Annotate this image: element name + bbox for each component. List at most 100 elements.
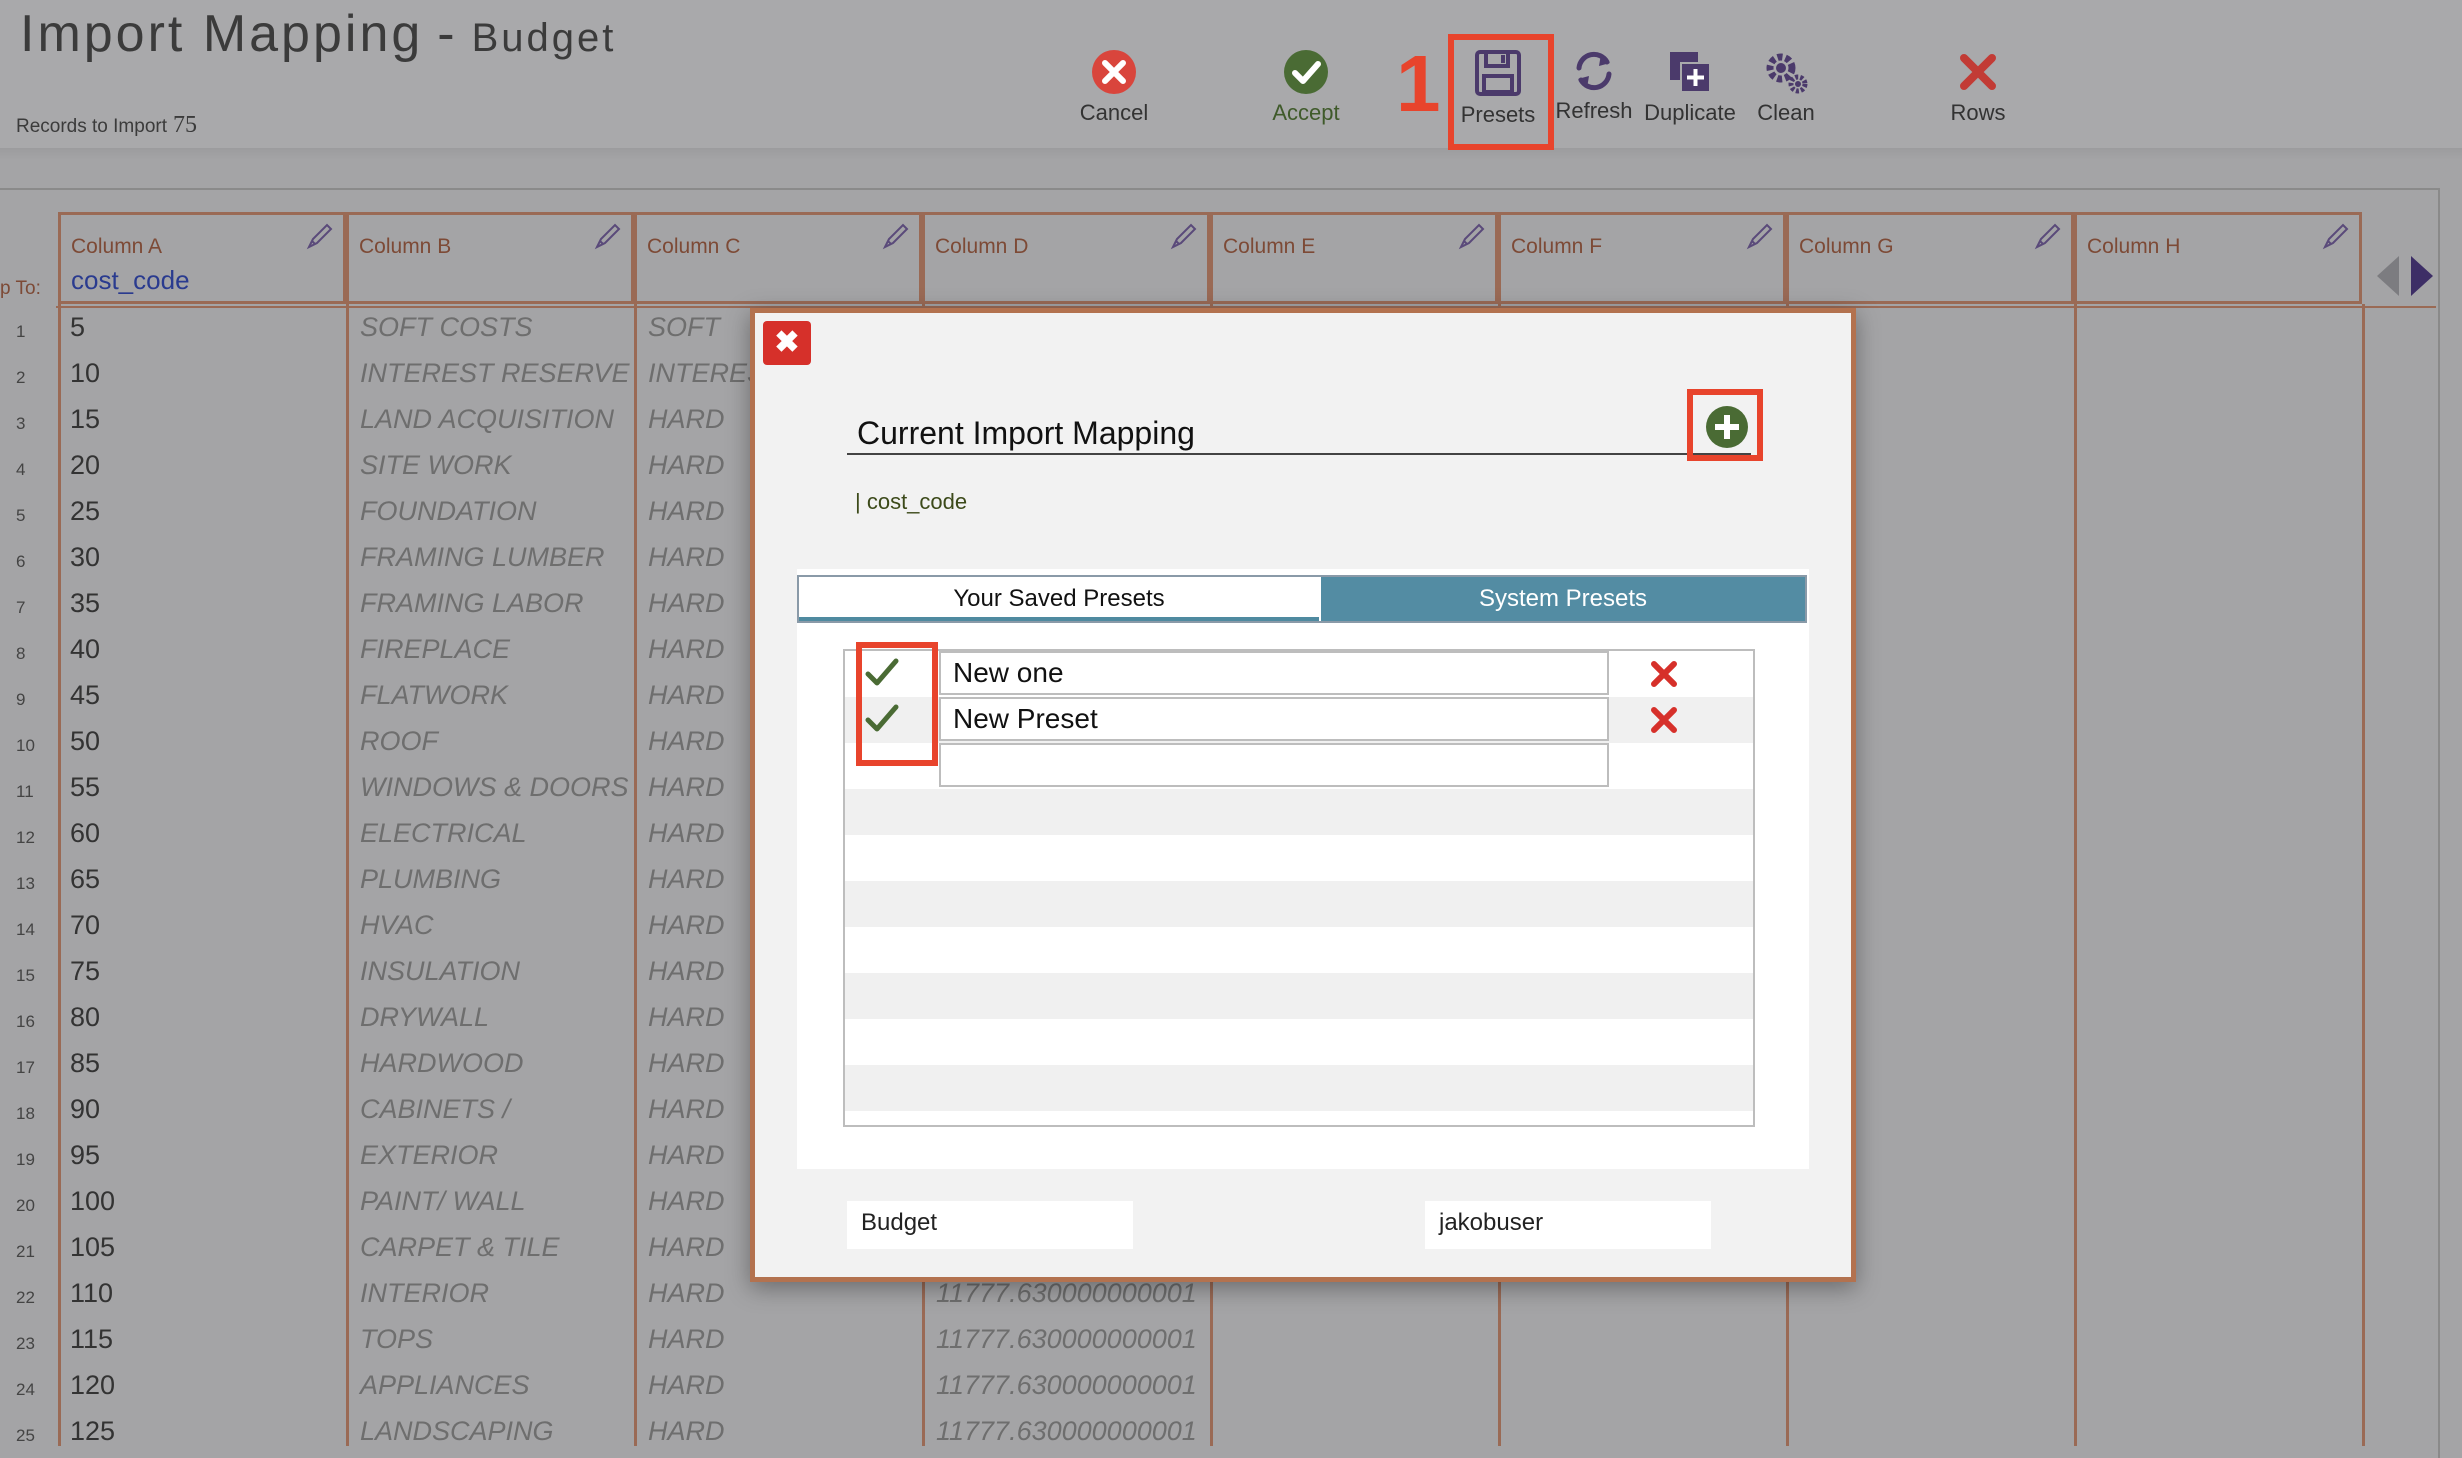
description-cell: CARPET & TILE (360, 1232, 560, 1262)
cost-code-cell: 105 (70, 1232, 116, 1262)
dialog-title-underline (847, 453, 1751, 455)
delete-x-icon[interactable] (1651, 707, 1677, 733)
type-cell: HARD (648, 910, 725, 940)
rows-button[interactable]: Rows (1918, 48, 2038, 126)
dialog-title: Current Import Mapping (857, 415, 1195, 451)
scroll-left-icon[interactable] (2377, 256, 2401, 296)
pencil-icon[interactable] (881, 221, 911, 256)
cancel-icon (1092, 50, 1136, 94)
cost-code-cell: 125 (70, 1416, 116, 1446)
column-header[interactable]: Column G (1786, 212, 2074, 304)
description-cell: CABINETS / (360, 1094, 511, 1124)
description-cell: APPLIANCES (360, 1370, 530, 1400)
pencil-icon[interactable] (1169, 221, 1199, 256)
presets-highlight-box (1448, 34, 1554, 150)
new-preset-name-field[interactable] (939, 743, 1609, 787)
row-number: 6 (16, 552, 26, 571)
row-number: 17 (16, 1058, 35, 1077)
pencil-icon[interactable] (1457, 221, 1487, 256)
row-number: 1 (16, 322, 26, 341)
type-cell: HARD (648, 1186, 725, 1216)
type-cell: HARD (648, 1094, 725, 1124)
preset-name-field[interactable]: New one (939, 651, 1609, 695)
cost-code-cell: 60 (70, 818, 101, 848)
column-header[interactable]: Column D (922, 212, 1210, 304)
cancel-button[interactable]: Cancel (1054, 48, 1174, 126)
column-header-label: Column G (1799, 235, 1894, 258)
column-header[interactable]: Column A cost_code (58, 212, 346, 304)
accept-button[interactable]: Accept (1246, 48, 1366, 126)
add-preset-button[interactable] (1687, 389, 1763, 461)
empty-row (845, 973, 1753, 1019)
column-header[interactable]: Column H (2074, 212, 2362, 304)
cost-code-cell: 115 (70, 1324, 114, 1354)
delete-x-icon[interactable] (1651, 661, 1677, 687)
scroll-right-icon[interactable] (2409, 256, 2433, 296)
description-cell: FRAMING LUMBER (360, 542, 605, 572)
preset-list: New one New Preset (843, 649, 1755, 1127)
rows-label: Rows (1950, 100, 2006, 125)
pencil-icon[interactable] (305, 221, 335, 256)
type-cell: HARD (648, 864, 725, 894)
column-header-label: Column F (1511, 235, 1603, 258)
row-number: 3 (16, 414, 26, 433)
cost-code-cell: 110 (70, 1278, 114, 1308)
type-cell: HARD (648, 404, 725, 434)
type-cell: HARD (648, 1324, 725, 1354)
description-cell: ROOF (360, 726, 438, 756)
column-header-label: Column B (359, 235, 452, 258)
apply-checks-highlight-box (856, 642, 938, 766)
pencil-icon[interactable] (2321, 221, 2351, 256)
clean-button[interactable]: Clean (1726, 48, 1846, 126)
amount-cell: 11777.630000000001 (936, 1416, 1197, 1446)
cost-code-cell: 50 (70, 726, 101, 756)
type-cell: HARD (648, 726, 725, 756)
page-subtitle: Budget (471, 16, 617, 60)
refresh-icon (1576, 51, 1612, 91)
cost-code-cell: 75 (70, 956, 101, 986)
row-number: 14 (16, 920, 35, 939)
type-cell: HARD (648, 542, 725, 572)
pencil-icon[interactable] (1745, 221, 1775, 256)
cost-code-cell: 95 (70, 1140, 101, 1170)
row-number: 20 (16, 1196, 35, 1215)
description-cell: INSULATION (360, 956, 521, 986)
page-title: Import Mapping - Budget (20, 4, 616, 64)
row-number: 9 (16, 690, 26, 709)
description-cell: FIREPLACE (360, 634, 511, 664)
column-divider (634, 304, 637, 1446)
description-cell: LAND ACQUISITION (360, 404, 615, 434)
preset-name-field[interactable]: New Preset (939, 697, 1609, 741)
row-number: 11 (16, 782, 34, 801)
tab-system-presets[interactable]: System Presets (1321, 577, 1805, 621)
column-divider (346, 304, 349, 1446)
row-number: 8 (16, 644, 26, 663)
duplicate-icon (1670, 52, 1711, 93)
page-title-main: Import Mapping (20, 5, 424, 63)
pencil-icon[interactable] (2033, 221, 2063, 256)
description-cell: WINDOWS & DOORS (360, 772, 629, 802)
description-cell: FOUNDATION (360, 496, 537, 526)
description-cell: INTERIOR (360, 1278, 490, 1308)
pencil-icon[interactable] (593, 221, 623, 256)
column-divider (58, 304, 61, 1446)
description-cell: HARDWOOD (360, 1048, 524, 1078)
column-header[interactable]: Column C (634, 212, 922, 304)
row-number: 7 (16, 598, 26, 617)
gears-icon (1766, 53, 1808, 94)
type-cell: HARD (648, 496, 725, 526)
row-number: 16 (16, 1012, 35, 1031)
column-header[interactable]: Column F (1498, 212, 1786, 304)
dialog-close-button[interactable]: ✖ (763, 321, 811, 365)
empty-row (845, 881, 1753, 927)
cost-code-cell: 85 (70, 1048, 101, 1078)
type-cell: INTERES (648, 358, 766, 388)
cost-code-cell: 35 (70, 588, 101, 618)
type-cell: HARD (648, 772, 725, 802)
description-cell: FLATWORK (360, 680, 508, 710)
column-header[interactable]: Column B (346, 212, 634, 304)
tab-your-saved-presets[interactable]: Your Saved Presets (799, 577, 1319, 621)
cost-code-cell: 15 (70, 404, 101, 434)
cost-code-cell: 10 (70, 358, 101, 388)
column-header[interactable]: Column E (1210, 212, 1498, 304)
